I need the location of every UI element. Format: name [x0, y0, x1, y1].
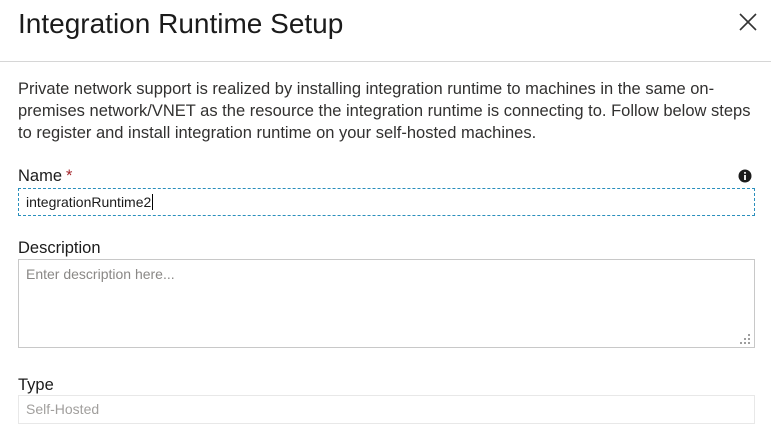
name-label: Name * [18, 166, 72, 186]
close-button[interactable] [730, 6, 766, 38]
name-input[interactable]: integrationRuntime2 [18, 188, 755, 216]
resize-grip-icon[interactable] [739, 333, 751, 345]
name-input-value: integrationRuntime2 [26, 194, 152, 210]
panel-header: Integration Runtime Setup [0, 0, 771, 46]
header-divider [0, 61, 771, 62]
page-title: Integration Runtime Setup [18, 8, 344, 39]
integration-runtime-setup-panel: Integration Runtime Setup Private networ… [0, 0, 771, 446]
close-icon [739, 13, 757, 31]
intro-description: Private network support is realized by i… [18, 80, 751, 142]
name-label-text: Name [18, 167, 63, 185]
description-textarea[interactable] [18, 259, 755, 348]
text-caret [152, 194, 154, 210]
description-label: Description [18, 239, 101, 257]
info-icon[interactable] [738, 169, 752, 183]
required-marker: * [66, 167, 73, 185]
type-label: Type [18, 376, 54, 394]
type-field: Self-Hosted [18, 395, 755, 424]
